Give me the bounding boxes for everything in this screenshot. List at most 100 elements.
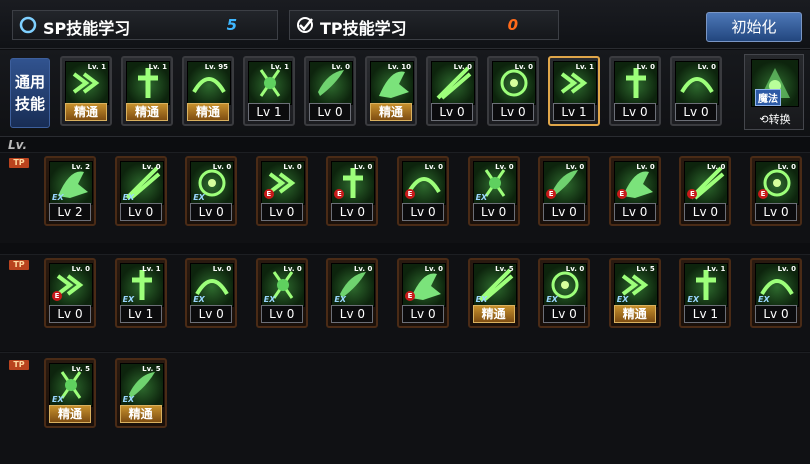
skill-slot[interactable]: Lv. 0 E Lv 0 xyxy=(397,156,449,226)
skill-mini-level: Lv. 1 xyxy=(270,63,289,71)
skill-slot[interactable]: Lv. 0 E Lv 0 xyxy=(750,156,802,226)
skill-slot[interactable]: Lv. 0 E Lv 0 xyxy=(679,156,732,226)
tp-panel: TP技能学习 0 xyxy=(289,10,559,40)
skill-icon: Lv. 1 xyxy=(248,61,292,105)
ex-badge: EX xyxy=(758,295,770,304)
skill-slot[interactable]: Lv. 1 EX Lv 1 xyxy=(679,258,732,328)
common-skill-slot[interactable]: Lv. 0 Lv 0 xyxy=(304,56,356,126)
skill-level: Lv 0 xyxy=(49,305,91,323)
skill-icon: Lv. 0 EX xyxy=(190,263,235,307)
skill-level: 精通 xyxy=(119,405,162,423)
skill-slot[interactable]: Lv. 0 EX Lv 0 xyxy=(255,258,308,328)
ex-badge: EX xyxy=(122,193,135,202)
common-skill-slot[interactable]: Lv. 10 精通 xyxy=(365,56,417,126)
common-skill-slot[interactable]: Lv. 0 Lv 0 xyxy=(670,56,722,126)
red-badge: E xyxy=(758,189,768,199)
switch-skill-button[interactable]: 魔法 ⟲转换 xyxy=(744,54,804,130)
skill-slot[interactable]: Lv. 0 E Lv 0 xyxy=(397,258,449,328)
sp-label: SP技能学习 xyxy=(43,19,131,38)
skill-slot[interactable]: Lv. 0 E Lv 0 xyxy=(44,258,96,328)
switch-badge: 魔法 xyxy=(755,89,781,106)
skill-slot[interactable]: Lv. 0 EX Lv 0 xyxy=(538,258,591,328)
skill-icon: Lv. 0E xyxy=(402,263,446,307)
skill-slot[interactable]: Lv. 0 EX Lv 0 xyxy=(750,258,802,328)
skill-slot[interactable]: Lv. 0 E Lv 0 xyxy=(538,156,591,226)
reset-button[interactable]: 初始化 xyxy=(706,12,802,42)
skill-slot[interactable]: Lv. 5 EX 精通 xyxy=(44,358,96,428)
skill-slot[interactable]: Lv. 0 E Lv 0 xyxy=(326,156,379,226)
tp-tag-row-1: TP xyxy=(9,158,29,168)
skill-icon: Lv. 0 EX xyxy=(190,161,235,205)
skill-level: Lv 0 xyxy=(675,103,717,121)
skill-icon: Lv. 5 EX xyxy=(472,263,517,307)
skill-slot[interactable]: Lv. 0 EX Lv 0 xyxy=(185,258,238,328)
tp-label: TP技能学习 xyxy=(320,19,407,38)
common-skill-slot[interactable]: Lv. 0 Lv 0 xyxy=(426,56,478,126)
skill-level: Lv 0 xyxy=(190,305,233,323)
common-skills-label: 通用 技能 xyxy=(10,58,50,128)
skill-icon: Lv. 1 xyxy=(553,61,597,105)
skill-icon: Lv. 95 xyxy=(187,61,231,105)
skill-slot[interactable]: Lv. 0 EX Lv 0 xyxy=(326,258,379,328)
common-skill-slot[interactable]: Lv. 0 Lv 0 xyxy=(487,56,539,126)
common-skill-slot[interactable]: Lv. 1 精通 xyxy=(121,56,173,126)
common-skill-slot[interactable]: Lv. 1 Lv 1 xyxy=(243,56,295,126)
red-badge: E xyxy=(263,189,274,199)
skill-slot[interactable]: Lv. 5 EX 精通 xyxy=(608,258,661,328)
skill-slot[interactable]: Lv. 5 EX 精通 xyxy=(467,258,520,328)
sp-value: 5 xyxy=(226,16,237,34)
skill-level: 精通 xyxy=(472,305,515,323)
skill-icon: Lv. 0 EX xyxy=(331,263,376,307)
common-skill-slot[interactable]: Lv. 1 精通 xyxy=(60,56,112,126)
skill-icon: Lv. 1 EX xyxy=(684,263,729,307)
skill-level: Lv 0 xyxy=(755,305,797,323)
skill-icon: Lv. 0E xyxy=(684,161,729,205)
lv-header: Lv. xyxy=(8,138,28,152)
skill-slot[interactable]: Lv. 0 E Lv 0 xyxy=(608,156,661,226)
skill-mini-level: Lv. 5 xyxy=(495,265,514,273)
skill-level: Lv 1 xyxy=(119,305,162,323)
common-skill-slot[interactable]: Lv. 0 Lv 0 xyxy=(609,56,661,126)
skill-mini-level: Lv. 95 xyxy=(204,63,228,71)
skill-mini-level: Lv. 2 xyxy=(71,163,90,171)
skill-level: Lv 0 xyxy=(613,203,656,221)
skill-icon: Lv. 5 EX xyxy=(49,363,93,407)
skill-slot[interactable]: Lv. 0 E Lv 0 xyxy=(255,156,308,226)
skill-mini-level: Lv. 0 xyxy=(777,163,796,171)
skill-icon: Lv. 0 E xyxy=(755,161,799,205)
ex-badge: EX xyxy=(546,295,558,304)
skill-mini-level: Lv. 0 xyxy=(453,63,472,71)
skill-level: Lv 2 xyxy=(49,203,91,221)
common-skill-slot[interactable]: Lv. 95 精通 xyxy=(182,56,234,126)
skill-slot[interactable]: Lv. 0 EX Lv 0 xyxy=(467,156,520,226)
skill-icon: Lv. 0 xyxy=(309,61,353,105)
sp-ring-icon xyxy=(19,16,37,34)
skill-level: 精通 xyxy=(65,103,107,121)
ex-badge: EX xyxy=(193,193,205,202)
skill-icon: Lv. 0E xyxy=(260,161,305,205)
skill-slot[interactable]: Lv. 1 EX Lv 1 xyxy=(114,258,167,328)
skill-level: Lv 0 xyxy=(260,305,303,323)
skill-icon: Lv. 1 xyxy=(65,61,109,105)
skill-mini-level: Lv. 0 xyxy=(353,163,373,171)
common-skill-slot[interactable]: Lv. 1 Lv 1 xyxy=(548,56,600,126)
skill-slot[interactable]: Lv. 5 EX 精通 xyxy=(114,358,167,428)
skill-level: 精通 xyxy=(49,405,91,423)
skill-mini-level: Lv. 10 xyxy=(387,63,411,71)
skill-mini-level: Lv. 5 xyxy=(142,365,161,373)
skill-icon: Lv. 0E xyxy=(49,263,93,307)
skill-icon: Lv. 0E xyxy=(402,161,446,205)
skill-slot[interactable]: Lv. 0 EX Lv 0 xyxy=(114,156,167,226)
skill-level: Lv 0 xyxy=(331,203,374,221)
switch-label: ⟲转换 xyxy=(759,113,791,126)
skill-level: Lv 0 xyxy=(309,103,351,121)
red-badge: E xyxy=(405,189,415,199)
skill-level: Lv 0 xyxy=(190,203,233,221)
skill-slot[interactable]: Lv. 2 EX Lv 2 xyxy=(44,156,96,226)
skill-mini-level: Lv. 0 xyxy=(636,63,655,71)
tp-tag-row-3: TP xyxy=(9,360,29,370)
skill-icon: Lv. 10 xyxy=(370,61,414,105)
skill-mini-level: Lv. 0 xyxy=(565,163,585,171)
skill-slot[interactable]: Lv. 0 EX Lv 0 xyxy=(185,156,238,226)
skill-icon: Lv. 0 EX xyxy=(119,161,164,205)
